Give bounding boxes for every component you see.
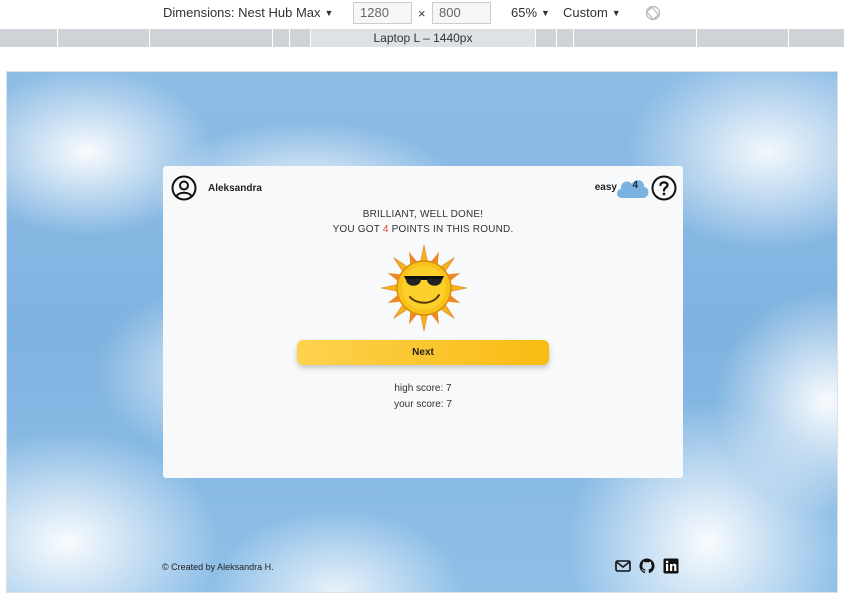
linkedin-icon[interactable]	[663, 558, 679, 574]
width-input[interactable]: 1280	[353, 2, 412, 24]
help-icon[interactable]	[651, 175, 677, 201]
high-score: high score: 7	[394, 383, 452, 394]
device-dropdown-label: Dimensions: Nest Hub Max	[163, 5, 321, 20]
height-input[interactable]: 800	[432, 2, 491, 24]
footer-credit: © Created by Aleksandra H.	[162, 562, 274, 572]
next-button[interactable]: Next	[297, 340, 549, 365]
sun-ray	[420, 314, 428, 332]
your-score: your score: 7	[394, 399, 452, 410]
device-toolbar: Dimensions: Nest Hub Max ▼ 1280 × 800 65…	[0, 0, 844, 27]
mq-segment[interactable]	[788, 29, 789, 47]
sun-ray	[380, 284, 398, 292]
device-dropdown[interactable]: Dimensions: Nest Hub Max ▼	[163, 5, 333, 20]
throttle-label: Custom	[563, 5, 608, 20]
github-icon[interactable]	[639, 558, 655, 574]
throttle-dropdown[interactable]: Custom ▼	[563, 5, 621, 20]
media-query-label[interactable]: Laptop L – 1440px	[310, 29, 536, 47]
sun-ray	[420, 244, 428, 262]
mq-segment[interactable]	[149, 29, 150, 47]
chevron-down-icon: ▼	[611, 7, 621, 18]
mq-segment[interactable]	[556, 29, 557, 47]
username: Aleksandra	[208, 182, 262, 194]
result-heading: BRILLIANT, WELL DONE!	[362, 209, 484, 220]
points-prefix: YOU GOT	[332, 224, 383, 235]
times-sign: ×	[418, 6, 426, 21]
zoom-label: 65%	[511, 5, 538, 20]
chevron-down-icon: ▼	[324, 7, 334, 18]
page-viewport: Aleksandra easy 4 BRILLIANT, WELL DONE! …	[6, 71, 838, 593]
user-info: Aleksandra	[171, 175, 262, 201]
mq-segment[interactable]	[573, 29, 574, 47]
mq-segment[interactable]	[272, 29, 273, 47]
email-icon[interactable]	[615, 558, 631, 574]
sun-ray	[450, 284, 468, 292]
user-icon[interactable]	[171, 175, 197, 201]
rotate-icon[interactable]	[645, 5, 661, 21]
points-suffix: POINTS IN THIS ROUND.	[388, 224, 514, 235]
zoom-dropdown[interactable]: 65% ▼	[511, 5, 550, 20]
game-card: Aleksandra easy 4 BRILLIANT, WELL DONE! …	[163, 166, 683, 478]
mq-segment[interactable]	[57, 29, 58, 47]
result-points-message: YOU GOT 4 POINTS IN THIS ROUND.	[163, 224, 683, 235]
media-query-bar: Laptop L – 1440px	[0, 29, 844, 47]
mq-segment[interactable]	[289, 29, 290, 47]
sun-sunglasses-icon	[380, 244, 468, 332]
chevron-down-icon: ▼	[541, 7, 550, 18]
round-number: 4	[632, 180, 638, 191]
mq-segment[interactable]	[696, 29, 697, 47]
